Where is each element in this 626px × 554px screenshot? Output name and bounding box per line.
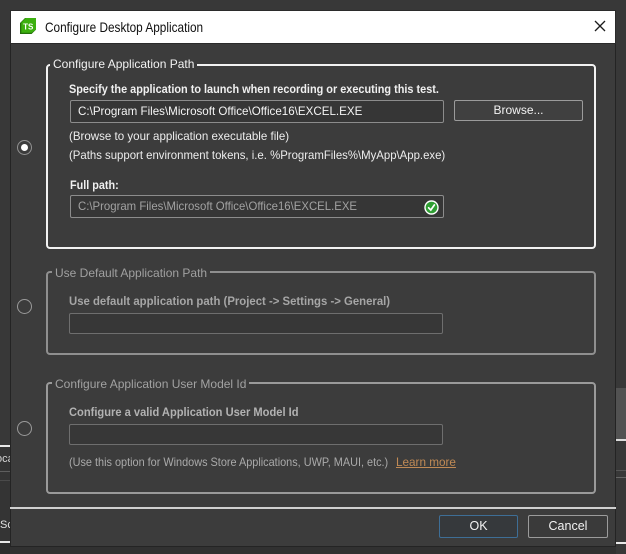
svg-text:TS: TS xyxy=(23,22,34,31)
